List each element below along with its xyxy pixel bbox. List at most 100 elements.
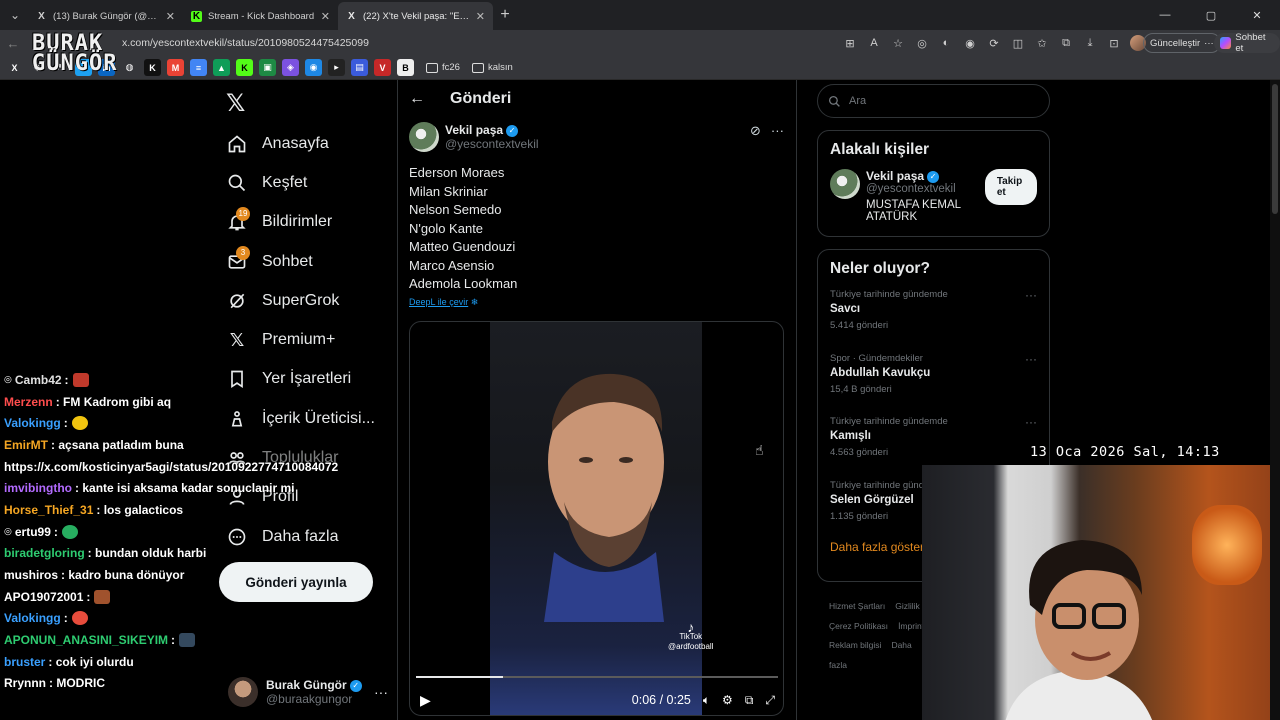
x-bookmark-icon[interactable]: X <box>6 59 23 76</box>
bookmark-folder[interactable]: fc26 <box>426 62 460 73</box>
split-screen-icon[interactable]: ◫ <box>1008 33 1028 53</box>
video-progress-fill <box>416 676 503 678</box>
trend-item[interactable]: Türkiye tarihinde gündemde Savcı 5.414 g… <box>818 284 1049 348</box>
close-tab-icon[interactable]: ✕ <box>166 10 175 23</box>
nav-item-supergrok[interactable]: SuperGrok <box>226 281 375 320</box>
chat-link[interactable]: https://x.com/kosticinyar5agi/status/201… <box>4 460 338 474</box>
bookmark-icon[interactable]: ▤ <box>351 59 368 76</box>
extension-icon[interactable]: ◐ <box>936 33 956 53</box>
post-author-name[interactable]: Vekil paşa <box>445 123 503 137</box>
gmail-bookmark-icon[interactable]: M <box>167 59 184 76</box>
scrollbar-thumb[interactable] <box>1272 84 1278 214</box>
close-tab-icon[interactable]: ✕ <box>476 10 485 23</box>
read-aloud-icon[interactable]: A <box>864 33 884 53</box>
chat-message: Horse_Thief_31: los galacticos <box>4 499 394 521</box>
favorites-icon[interactable]: ✩ <box>1032 33 1052 53</box>
footer-link[interactable]: Çerez Politikası <box>829 621 888 631</box>
app-icon[interactable]: ⊞ <box>840 33 860 53</box>
post-author-name-row: Vekil paşa ✓ <box>445 123 539 137</box>
chat-separator: : <box>96 502 104 517</box>
video-progress-bar[interactable] <box>416 676 778 678</box>
settings-gear-icon[interactable]: ⚙ <box>722 693 733 707</box>
nav-item-home[interactable]: Anasayfa <box>226 124 375 163</box>
post-author[interactable]: Vekil paşa ✓ @yescontextvekil <box>409 122 539 152</box>
more-dots-icon[interactable]: ··· <box>771 123 784 139</box>
extension-icon[interactable]: ◉ <box>960 33 980 53</box>
chat-text: bundan olduk harbi <box>95 546 207 561</box>
collections-icon[interactable]: ⧉ <box>1056 33 1076 53</box>
translate-link[interactable]: DeepL ile çevir ❄ <box>409 297 478 308</box>
post-author-handle[interactable]: @yescontextvekil <box>445 137 539 151</box>
more-dots-icon[interactable]: ··· <box>1025 288 1037 302</box>
footer-link[interactable]: İmprint <box>898 621 924 631</box>
bookmark-folder[interactable]: kalsın <box>471 62 513 73</box>
chat-message: mushiros: kadro buna dönüyor <box>4 564 394 586</box>
close-tab-icon[interactable]: ✕ <box>321 10 330 23</box>
fullscreen-icon[interactable]: ⤢ <box>765 693 775 708</box>
drive-bookmark-icon[interactable]: ▲ <box>213 59 230 76</box>
avatar[interactable] <box>830 169 860 199</box>
back-arrow-icon[interactable]: ← <box>409 90 425 108</box>
bookmark-icon[interactable]: ◈ <box>282 59 299 76</box>
bookmark-icon[interactable]: ▸ <box>328 59 345 76</box>
bookmark-icon[interactable]: K <box>144 59 161 76</box>
page-scrollbar[interactable] <box>1270 80 1280 720</box>
emote-icon <box>71 611 88 626</box>
chat-message: imvibingtho: kante isi aksama kadar sonu… <box>4 477 394 499</box>
grok-icon[interactable]: ⊘ <box>750 123 761 139</box>
related-name[interactable]: Vekil paşa <box>866 169 924 183</box>
follow-button[interactable]: Takip et <box>984 169 1037 205</box>
x-logo-icon[interactable]: 𝕏 <box>226 89 245 118</box>
nav-item-explore[interactable]: Keşfet <box>226 163 375 202</box>
nav-item-chat[interactable]: 3 Sohbet <box>226 242 375 281</box>
home-icon <box>226 133 248 155</box>
refresh-icon[interactable]: ⟳ <box>984 33 1004 53</box>
footer-link[interactable]: Reklam bilgisi <box>829 640 881 650</box>
post-line: Milan Skriniar <box>409 183 488 199</box>
streamer-figure <box>1005 540 1152 720</box>
footer-link[interactable]: Gizlilik <box>895 601 920 611</box>
bookmark-icon[interactable]: V <box>374 59 391 76</box>
extension-icon[interactable]: ◎ <box>912 33 932 53</box>
browser-tab-active[interactable]: X (22) X'te Vekil paşa: "Ederson Mora ✕ <box>338 2 493 30</box>
update-button[interactable]: Güncelleştir ··· <box>1143 33 1221 53</box>
browser-tab[interactable]: K Stream - Kick Dashboard ✕ <box>183 2 338 30</box>
new-tab-button[interactable]: + <box>493 6 517 24</box>
x-favicon-icon: X <box>38 10 45 22</box>
picture-in-picture-icon[interactable]: ⧉ <box>745 693 754 708</box>
more-dots-icon: ··· <box>1204 37 1214 49</box>
video-player[interactable]: ♪ TikTok @ardfootball ▶ 0:06 / 0:25 🔈︎ ⚙ ⧉… <box>409 321 784 716</box>
copilot-chat-button[interactable]: Sohbet et <box>1214 32 1280 54</box>
download-icon[interactable]: ⤓ <box>1080 33 1100 53</box>
footer-link[interactable]: Hizmet Şartları <box>829 601 885 611</box>
search-field[interactable]: Ara <box>817 84 1050 118</box>
bookmark-icon[interactable]: B <box>397 59 414 76</box>
screenshot-icon[interactable]: ⊡ <box>1104 33 1124 53</box>
docs-bookmark-icon[interactable]: ≡ <box>190 59 207 76</box>
related-person[interactable]: Vekil paşa ✓ @yescontextvekil MUSTAFA KEM… <box>818 169 1049 223</box>
volume-icon[interactable]: 🔈︎ <box>703 693 710 708</box>
chat-message: bruster: cok iyi olurdu <box>4 651 394 673</box>
tab-list-button[interactable]: ⌄ <box>2 4 28 26</box>
close-window-icon[interactable]: ✕ <box>1234 0 1280 30</box>
stream-chat-overlay: ◎ Camb42: Merzenn: FM Kadrom gibi aq Valo… <box>4 369 394 694</box>
post-line: Marco Asensio <box>409 257 495 273</box>
minimize-icon[interactable]: — <box>1142 0 1188 30</box>
browser-tab[interactable]: X (13) Burak Güngör (@buraakgungor ✕ <box>28 2 183 30</box>
nav-label: Keşfet <box>262 173 308 191</box>
more-dots-icon[interactable]: ··· <box>1025 352 1037 366</box>
back-icon[interactable]: ← <box>0 36 26 51</box>
play-icon[interactable]: ▶ <box>420 692 431 709</box>
nav-item-premium[interactable]: 𝕏 Premium+ <box>226 320 375 359</box>
favorite-star-icon[interactable]: ☆ <box>888 33 908 53</box>
more-dots-icon[interactable]: ··· <box>1025 415 1037 429</box>
deepl-icon: ❄ <box>470 297 479 307</box>
nav-item-notifications[interactable]: 19 Bildirimler <box>226 203 375 242</box>
avatar[interactable] <box>409 122 439 152</box>
trend-item[interactable]: Spor · Gündemdekiler Abdullah Kavukçu 15… <box>818 348 1049 412</box>
bookmark-icon[interactable]: ◉ <box>305 59 322 76</box>
column-divider <box>397 80 398 720</box>
bookmark-icon[interactable]: ▣ <box>259 59 276 76</box>
kick-bookmark-icon[interactable]: K <box>236 59 253 76</box>
maximize-icon[interactable]: ▢ <box>1188 0 1234 30</box>
